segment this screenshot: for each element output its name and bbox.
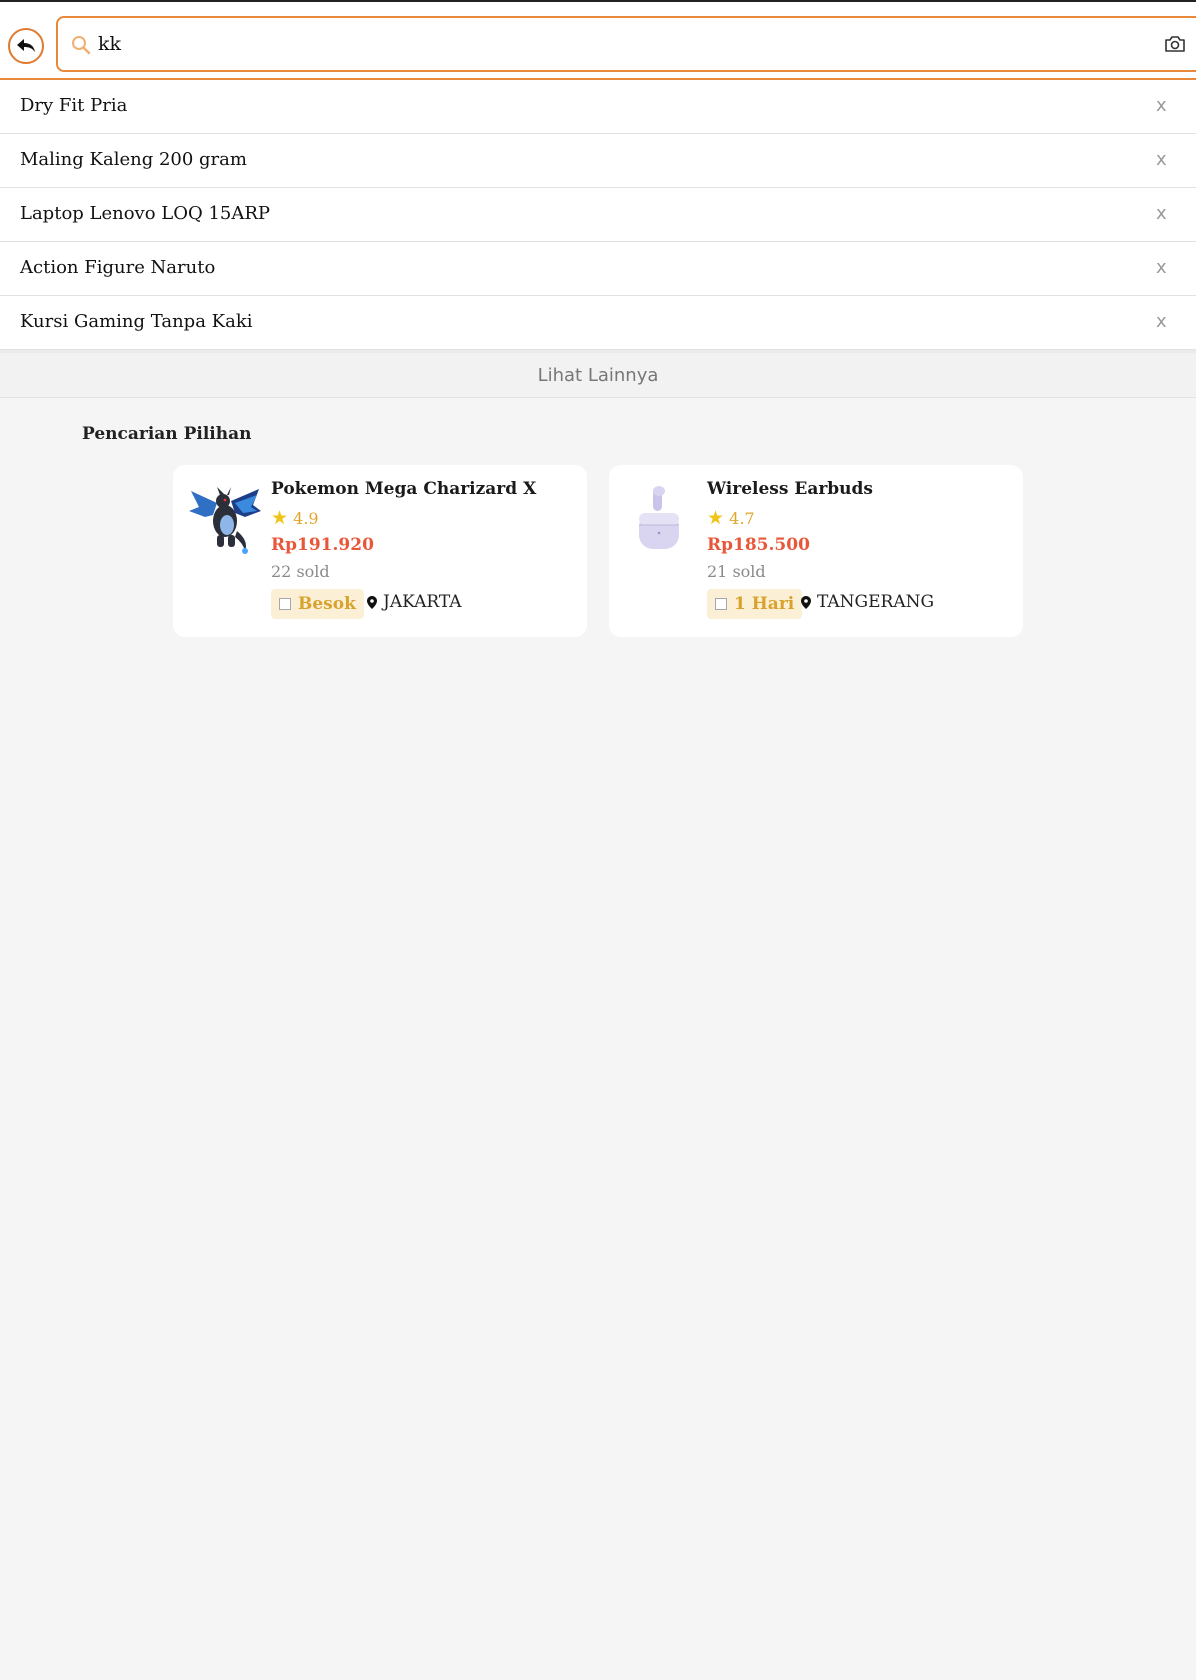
product-price: Rp191.920	[271, 535, 374, 555]
see-more-button[interactable]: Lihat Lainnya	[0, 350, 1196, 398]
delivery-checkbox-icon	[279, 598, 291, 610]
star-icon: ★	[707, 507, 725, 529]
search-icon	[72, 36, 91, 55]
delivery-label: 1 Hari	[734, 594, 795, 614]
delivery-checkbox-icon	[715, 598, 727, 610]
charizard-figure-icon	[189, 487, 261, 554]
back-button[interactable]	[8, 28, 44, 64]
earbuds-icon	[639, 486, 679, 549]
product-card[interactable]: Pokemon Mega Charizard X ★ 4.9 Rp191.920…	[173, 465, 587, 637]
location-pin-icon	[367, 595, 377, 609]
search-box[interactable]	[56, 16, 1196, 72]
history-remove-button[interactable]: x	[1156, 149, 1167, 170]
camera-icon[interactable]	[1164, 34, 1186, 54]
product-rating: ★ 4.9	[271, 507, 319, 529]
history-item[interactable]: Maling Kaleng 200 gram x	[0, 134, 1196, 188]
location-label: TANGERANG	[817, 592, 935, 612]
back-arrow-icon	[17, 39, 35, 52]
star-icon: ★	[271, 507, 289, 529]
history-item[interactable]: Kursi Gaming Tanpa Kaki x	[0, 296, 1196, 350]
product-location: JAKARTA	[367, 592, 462, 612]
product-location: TANGERANG	[801, 592, 934, 612]
delivery-badge: 1 Hari	[707, 589, 803, 619]
history-remove-button[interactable]: x	[1156, 311, 1167, 332]
delivery-badge: Besok	[271, 589, 364, 619]
product-sold: 21 sold	[707, 562, 766, 581]
history-remove-button[interactable]: x	[1156, 203, 1167, 224]
location-pin-icon	[801, 595, 811, 609]
product-rating: ★ 4.7	[707, 507, 755, 529]
search-history-list: Dry Fit Pria x Maling Kaleng 200 gram x …	[0, 80, 1196, 350]
history-item-label: Action Figure Naruto	[20, 257, 216, 278]
history-item-label: Maling Kaleng 200 gram	[20, 149, 247, 170]
product-card[interactable]: Wireless Earbuds ★ 4.7 Rp185.500 21 sold…	[609, 465, 1023, 637]
search-input[interactable]	[98, 28, 1098, 60]
product-sold: 22 sold	[271, 562, 330, 581]
product-name: Wireless Earbuds	[707, 479, 873, 499]
location-label: JAKARTA	[383, 592, 462, 612]
history-item[interactable]: Laptop Lenovo LOQ 15ARP x	[0, 188, 1196, 242]
product-price: Rp185.500	[707, 535, 810, 555]
history-remove-button[interactable]: x	[1156, 257, 1167, 278]
rating-value: 4.9	[293, 509, 319, 528]
delivery-label: Besok	[298, 594, 356, 614]
history-item[interactable]: Action Figure Naruto x	[0, 242, 1196, 296]
rating-value: 4.7	[729, 509, 755, 528]
history-remove-button[interactable]: x	[1156, 95, 1167, 116]
history-item-label: Laptop Lenovo LOQ 15ARP	[20, 203, 271, 224]
product-name: Pokemon Mega Charizard X	[271, 479, 537, 499]
history-item-label: Dry Fit Pria	[20, 95, 128, 116]
history-item-label: Kursi Gaming Tanpa Kaki	[20, 311, 253, 332]
search-header	[0, 2, 1196, 80]
history-item[interactable]: Dry Fit Pria x	[0, 80, 1196, 134]
section-title: Pencarian Pilihan	[82, 424, 252, 444]
